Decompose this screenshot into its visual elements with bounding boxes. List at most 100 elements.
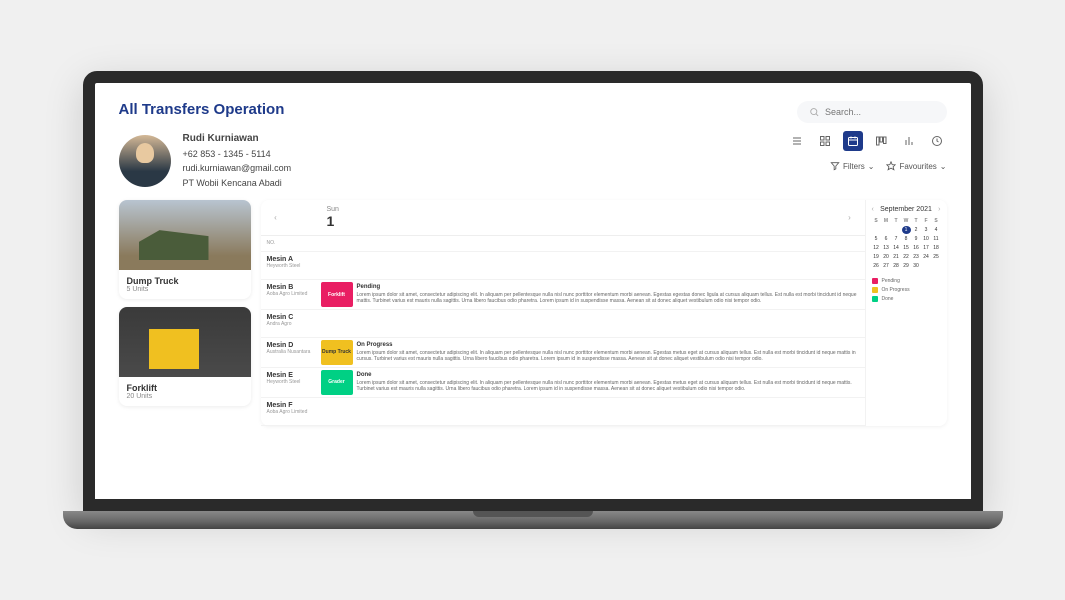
calendar-day-header: S (932, 217, 941, 225)
calendar-day[interactable]: 25 (932, 253, 941, 261)
legend-item: Done (872, 296, 941, 302)
view-chart-button[interactable] (899, 131, 919, 151)
calendar-day[interactable]: 16 (912, 244, 921, 252)
calendar-day-header: W (902, 217, 911, 225)
prev-day-button[interactable]: ‹ (269, 213, 283, 222)
calendar-day[interactable]: 13 (882, 244, 891, 252)
calendar-day[interactable]: 9 (912, 235, 921, 243)
machine-sub: Aoba Agro Limited (267, 409, 315, 415)
chart-icon (903, 135, 915, 147)
chevron-down-icon: ⌄ (868, 162, 875, 171)
app: All Transfers Operation Rudi Kurniawan +… (95, 83, 971, 499)
filters-label: Filters (843, 162, 865, 171)
calendar-day[interactable]: 6 (882, 235, 891, 243)
next-month-button[interactable]: › (938, 206, 940, 213)
event[interactable]: Grader Done Lorem ipsum dolor sit amet, … (321, 368, 865, 397)
legend-label: On Progress (882, 287, 910, 293)
event-desc: Lorem ipsum dolor sit amet, consectetur … (357, 380, 861, 393)
event-tag: Forklift (321, 282, 353, 307)
grid-icon (819, 135, 831, 147)
calendar-day[interactable]: 7 (892, 235, 901, 243)
calendar-grid[interactable]: SMTWTFS123456789101112131415161718192021… (872, 217, 941, 270)
calendar-day[interactable]: 11 (932, 235, 941, 243)
calendar-day[interactable]: 19 (872, 253, 881, 261)
event-title: Pending (357, 284, 861, 292)
calendar-day[interactable]: 14 (892, 244, 901, 252)
card-image-forklift (119, 307, 251, 377)
calendar-day-header: M (882, 217, 891, 225)
equipment-card[interactable]: Dump Truck 5 Units (119, 200, 251, 299)
calendar-day-header: S (872, 217, 881, 225)
equipment-card[interactable]: Forklift 20 Units (119, 307, 251, 406)
profile-name: Rudi Kurniawan (183, 131, 292, 147)
event-tag: Grader (321, 370, 353, 395)
schedule-rows: NO. Mesin A Heyworth Steel (261, 236, 865, 425)
calendar-day (892, 226, 901, 234)
view-activity-button[interactable] (927, 131, 947, 151)
schedule-row: Mesin B Aoba Agro Limited Forklift Pendi… (261, 280, 865, 310)
page-title: All Transfers Operation (119, 101, 285, 118)
schedule-row: Mesin D Australia Nusantara Dump Truck O… (261, 338, 865, 368)
schedule-header: ‹ Sun 1 › (261, 200, 865, 236)
top-row: All Transfers Operation (119, 101, 947, 123)
search-input[interactable] (825, 107, 935, 117)
calendar-day[interactable]: 17 (922, 244, 931, 252)
machine-name: Mesin F (267, 402, 315, 409)
event[interactable]: Forklift Pending Lorem ipsum dolor sit a… (321, 280, 865, 309)
view-list-button[interactable] (787, 131, 807, 151)
cards-column: Dump Truck 5 Units Forklift 20 Units (119, 200, 251, 425)
machine-name: Mesin C (267, 314, 315, 321)
calendar-day[interactable]: 18 (932, 244, 941, 252)
month-label: September 2021 (880, 206, 932, 213)
prev-month-button[interactable]: ‹ (872, 206, 874, 213)
event[interactable]: Dump Truck On Progress Lorem ipsum dolor… (321, 338, 865, 367)
legend-label: Pending (882, 278, 900, 284)
filters-button[interactable]: Filters ⌄ (830, 161, 874, 171)
calendar-day[interactable]: 21 (892, 253, 901, 261)
profile-company: PT Wobii Kencana Abadi (183, 176, 292, 190)
search-icon (809, 106, 819, 118)
calendar-day[interactable]: 8 (902, 235, 911, 243)
calendar-day[interactable]: 24 (922, 253, 931, 261)
calendar-day[interactable]: 4 (932, 226, 941, 234)
calendar-day-header: T (892, 217, 901, 225)
machine-sub: Australia Nusantara (267, 349, 315, 355)
machine-name: Mesin E (267, 372, 315, 379)
view-kanban-button[interactable] (871, 131, 891, 151)
calendar-day[interactable]: 12 (872, 244, 881, 252)
favourites-button[interactable]: Favourites ⌄ (886, 161, 946, 171)
calendar-day[interactable]: 3 (922, 226, 931, 234)
calendar-day[interactable]: 1 (902, 226, 911, 234)
list-icon (791, 135, 803, 147)
schedule-row-header: NO. (261, 236, 865, 252)
calendar-day[interactable]: 27 (882, 262, 891, 270)
legend-item: On Progress (872, 287, 941, 293)
machine-name: Mesin D (267, 342, 315, 349)
view-grid-button[interactable] (815, 131, 835, 151)
calendar-day[interactable]: 22 (902, 253, 911, 261)
search-box[interactable] (797, 101, 947, 123)
machine-sub: Andra Agro (267, 321, 315, 327)
calendar-day[interactable]: 30 (912, 262, 921, 270)
next-day-button[interactable]: › (843, 213, 857, 222)
calendar-day[interactable]: 15 (902, 244, 911, 252)
legend-dot (872, 287, 878, 293)
machine-sub: Heyworth Steel (267, 379, 315, 385)
calendar-day[interactable]: 23 (912, 253, 921, 261)
calendar-day (872, 226, 881, 234)
schedule-row: Mesin C Andra Agro (261, 310, 865, 338)
clock-icon (931, 135, 943, 147)
main: Dump Truck 5 Units Forklift 20 Units (119, 200, 947, 425)
calendar-day[interactable]: 5 (872, 235, 881, 243)
calendar-day[interactable]: 29 (902, 262, 911, 270)
calendar-header: ‹ September 2021 › (872, 206, 941, 213)
calendar-day[interactable]: 28 (892, 262, 901, 270)
kanban-icon (875, 135, 887, 147)
calendar-day[interactable]: 20 (882, 253, 891, 261)
calendar-day[interactable]: 26 (872, 262, 881, 270)
schedule-row: Mesin F Aoba Agro Limited (261, 398, 865, 426)
calendar-day[interactable]: 2 (912, 226, 921, 234)
event-tag: Dump Truck (321, 340, 353, 365)
calendar-day[interactable]: 10 (922, 235, 931, 243)
view-calendar-button[interactable] (843, 131, 863, 151)
